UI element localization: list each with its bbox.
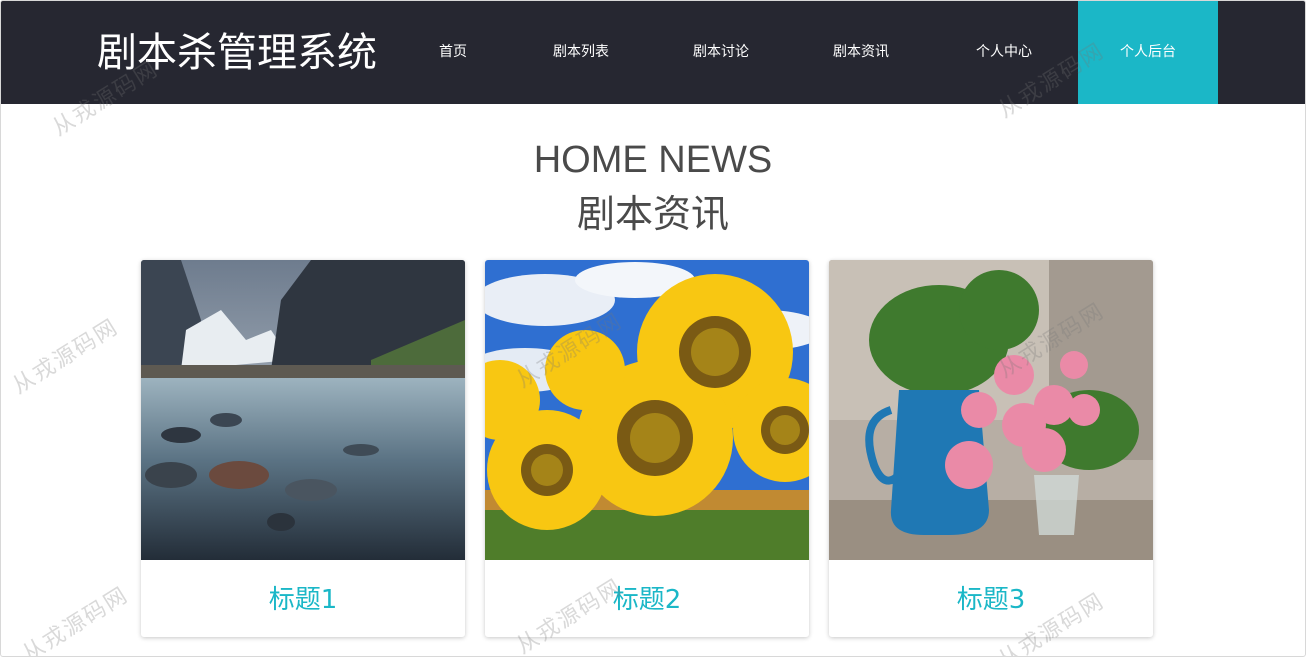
page-frame: 剧本杀管理系统 首页 剧本列表 剧本讨论 剧本资讯 个人中心 个人后台 HOME… <box>0 0 1306 657</box>
site-brand[interactable]: 剧本杀管理系统 <box>97 27 377 79</box>
card-title-1[interactable]: 标题1 <box>141 560 465 637</box>
card-title-2[interactable]: 标题2 <box>485 560 809 637</box>
news-card-2[interactable]: 标题2 <box>485 260 809 637</box>
nav-script-news[interactable]: 剧本资讯 <box>811 1 911 104</box>
nav-personal-center[interactable]: 个人中心 <box>954 1 1054 104</box>
news-card-3[interactable]: 标题3 <box>829 260 1153 637</box>
nav-personal-backend[interactable]: 个人后台 <box>1078 1 1218 104</box>
sunflowers-image[interactable] <box>485 260 809 560</box>
roses-jug-image[interactable] <box>829 260 1153 560</box>
watermark: 从戎源码网 <box>8 314 124 400</box>
nav-script-list[interactable]: 剧本列表 <box>531 1 631 104</box>
card-title-3[interactable]: 标题3 <box>829 560 1153 637</box>
mountain-river-image[interactable] <box>141 260 465 560</box>
news-card-1[interactable]: 标题1 <box>141 260 465 637</box>
section-title-cn: 剧本资讯 <box>576 192 729 236</box>
top-navbar: 剧本杀管理系统 首页 剧本列表 剧本讨论 剧本资讯 个人中心 个人后台 <box>1 1 1305 104</box>
watermark: 从戎源码网 <box>18 582 134 657</box>
nav-script-discussion[interactable]: 剧本讨论 <box>671 1 771 104</box>
nav-home[interactable]: 首页 <box>413 1 493 104</box>
section-title-en: HOME NEWS <box>533 139 773 181</box>
